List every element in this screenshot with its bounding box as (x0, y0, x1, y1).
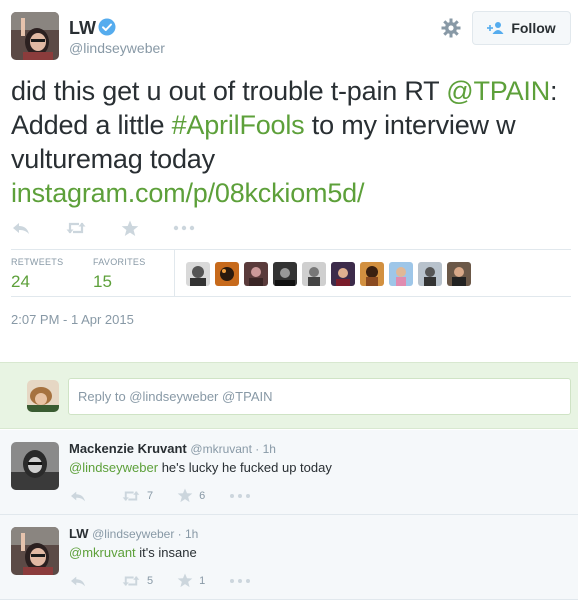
favoriter-avatars (186, 262, 471, 286)
tweet-text-part: did this get u out of trouble t-pain RT (11, 76, 447, 106)
follow-button[interactable]: Follow (472, 11, 571, 45)
favoriter-avatar[interactable] (215, 262, 239, 286)
reply-author[interactable]: LW @lindseyweber · 1h (69, 526, 198, 541)
reply-text-body: he's lucky he fucked up today (158, 460, 332, 475)
reply-icon[interactable] (11, 219, 31, 237)
favorite-count: 1 (199, 574, 206, 587)
favorite-count: 6 (199, 489, 206, 502)
divider (11, 296, 571, 297)
more-icon[interactable] (173, 219, 195, 237)
retweet-icon (122, 575, 140, 586)
favoriter-avatar[interactable] (389, 262, 413, 286)
divider (11, 249, 571, 250)
favorite-icon (177, 573, 193, 588)
gear-icon[interactable] (440, 17, 462, 39)
url-link[interactable]: instagram.com/p/08kckiom5d/ (11, 178, 364, 208)
display-name[interactable]: LW (69, 18, 96, 39)
mention-link[interactable]: @TPAIN (446, 76, 550, 106)
reply-actions: 7 6 (69, 488, 281, 503)
retweet-button[interactable]: 7 (121, 489, 153, 503)
tweet-text: did this get u out of trouble t-pain RT … (11, 74, 571, 210)
retweet-count: 7 (147, 489, 154, 502)
reply-text: @mkruvant it's insane (69, 545, 197, 560)
hashtag-link[interactable]: #AprilFools (172, 110, 305, 140)
reply-composer: Reply to @lindseyweber @TPAIN (0, 362, 578, 429)
reply-actions: 5 1 (69, 573, 281, 588)
more-icon[interactable] (229, 493, 257, 499)
retweet-icon (122, 490, 140, 501)
tweet-actions (11, 219, 229, 237)
retweet-button[interactable]: 5 (121, 574, 153, 588)
retweets-stat[interactable]: RETWEETS 24 (11, 257, 63, 292)
avatar (27, 380, 59, 412)
favorites-label: FAVORITES (93, 257, 146, 267)
reply-text-body: it's insane (135, 545, 197, 560)
favorite-icon (177, 488, 193, 503)
follow-label: Follow (511, 20, 556, 36)
favoriter-avatar[interactable] (418, 262, 442, 286)
tweet-timestamp[interactable]: 2:07 PM - 1 Apr 2015 (11, 312, 134, 327)
reply-author[interactable]: Mackenzie Kruvant @mkruvant · 1h (69, 441, 276, 456)
avatar[interactable] (11, 527, 59, 575)
reply-icon[interactable] (69, 574, 97, 588)
retweet-count: 5 (147, 574, 154, 587)
reply-tweet: LW @lindseyweber · 1h @mkruvant it's ins… (0, 515, 578, 600)
retweet-icon[interactable] (65, 219, 87, 237)
verified-icon (98, 18, 116, 36)
reply-author-name: Mackenzie Kruvant (69, 441, 187, 456)
mention-link[interactable]: @mkruvant (69, 545, 136, 560)
favoriter-avatar[interactable] (244, 262, 268, 286)
tweet-permalink: LW @lindseyweber Follow did this get u o… (0, 0, 578, 362)
mention-link[interactable]: @lindseyweber (69, 460, 158, 475)
more-icon[interactable] (229, 578, 257, 584)
favorite-icon[interactable] (121, 219, 139, 237)
reply-text: @lindseyweber he's lucky he fucked up to… (69, 460, 332, 475)
favorites-count: 15 (93, 272, 112, 291)
favoriter-avatar[interactable] (186, 262, 210, 286)
favorites-stat[interactable]: FAVORITES 15 (93, 257, 146, 292)
favoriter-avatar[interactable] (447, 262, 471, 286)
favoriter-avatar[interactable] (360, 262, 384, 286)
follow-person-icon (487, 22, 504, 34)
stats-separator (174, 250, 175, 296)
reply-author-handle: @mkruvant · 1h (190, 442, 276, 456)
favoriter-avatar[interactable] (302, 262, 326, 286)
avatar[interactable] (11, 442, 59, 490)
retweets-label: RETWEETS (11, 257, 64, 267)
avatar[interactable] (11, 12, 59, 60)
reply-author-name: LW (69, 526, 89, 541)
favorite-button[interactable]: 6 (177, 488, 205, 503)
favoriter-avatar[interactable] (331, 262, 355, 286)
retweets-count: 24 (11, 272, 30, 291)
reply-author-handle: @lindseyweber · 1h (92, 527, 199, 541)
reply-input[interactable]: Reply to @lindseyweber @TPAIN (68, 378, 571, 415)
favoriter-avatar[interactable] (273, 262, 297, 286)
reply-icon[interactable] (69, 489, 97, 503)
favorite-button[interactable]: 1 (177, 573, 205, 588)
screen-name[interactable]: @lindseyweber (69, 40, 165, 56)
reply-tweet: Mackenzie Kruvant @mkruvant · 1h @lindse… (0, 430, 578, 515)
